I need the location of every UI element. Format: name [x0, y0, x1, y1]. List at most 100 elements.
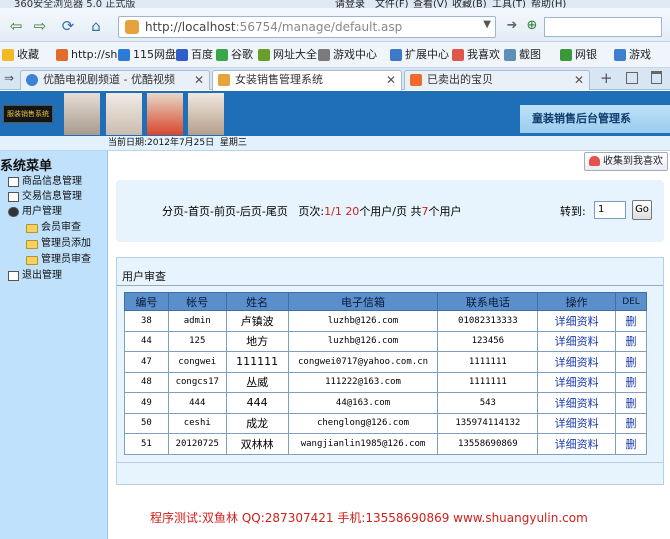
detail-link[interactable]: 详细资料	[537, 310, 617, 332]
close-icon[interactable]: ✕	[194, 71, 204, 89]
model-photo	[64, 93, 100, 135]
game-icon	[614, 49, 626, 61]
site-banner: 服装销售系统 童装销售后台管理系	[0, 91, 670, 136]
delete-link[interactable]: 删	[615, 371, 647, 393]
menu-tools[interactable]: 工具(T)	[492, 0, 526, 8]
bookmark-game[interactable]: 游戏	[614, 46, 651, 64]
cell-phone: 1111111	[437, 371, 539, 393]
page-icon	[8, 271, 19, 281]
delete-link[interactable]: 删	[615, 433, 647, 455]
site-icon	[218, 74, 230, 86]
page-icon	[8, 177, 19, 187]
table-row: 49 444 444 44@163.com 543 详细资料删	[124, 392, 647, 414]
sidebar-item-admin-add[interactable]: 管理员添加	[26, 237, 91, 251]
goto-page-input[interactable]: 1	[594, 201, 626, 219]
bookmark-extensions[interactable]: 扩展中心	[390, 46, 449, 64]
delete-link[interactable]: 删	[615, 351, 647, 373]
menu-file[interactable]: 文件(F)	[375, 0, 409, 8]
go-button[interactable]: Go	[632, 200, 652, 220]
add-to-favorites-button[interactable]: 收集到我喜欢	[584, 152, 668, 171]
cell-account: congcs17	[167, 371, 227, 393]
cell-id: 44	[124, 330, 169, 352]
bookmark-games[interactable]: 游戏中心	[318, 46, 377, 64]
bookmark-favorites[interactable]: 收藏	[2, 46, 39, 64]
bookmark-likes[interactable]: 我喜欢	[452, 46, 500, 64]
menu-help[interactable]: 帮助(H)	[531, 0, 566, 8]
sidebar-item-logout[interactable]: 退出管理	[8, 269, 62, 283]
trash-icon[interactable]	[651, 71, 662, 84]
cell-id: 47	[124, 351, 169, 373]
detail-link[interactable]: 详细资料	[537, 371, 617, 393]
detail-link[interactable]: 详细资料	[537, 392, 617, 414]
total-count: 7	[421, 205, 429, 218]
bookmark-bank[interactable]: 网银	[560, 46, 597, 64]
tab-youku[interactable]: 优酷电视剧频道 - 优酷视频 ✕	[20, 70, 210, 90]
close-icon[interactable]: ✕	[574, 71, 584, 89]
site-logo: 服装销售系统	[3, 105, 53, 123]
menu-view[interactable]: 查看(V)	[413, 0, 448, 8]
col-header-name: 姓名	[225, 292, 289, 311]
bookmark-google[interactable]: 谷歌	[216, 46, 253, 64]
total-unit: 个用户	[428, 205, 462, 218]
detail-link[interactable]: 详细资料	[537, 330, 617, 352]
menu-favorites[interactable]: 收藏(B)	[452, 0, 487, 8]
refresh-button[interactable]: ⟳	[56, 16, 80, 36]
folder-icon	[26, 239, 38, 249]
url-host: http://localhost	[145, 20, 236, 34]
detail-link[interactable]: 详细资料	[537, 412, 617, 434]
heart-icon	[589, 156, 600, 166]
back-button[interactable]: ⇦	[4, 16, 28, 36]
search-input[interactable]	[544, 17, 662, 37]
bank-icon	[560, 49, 572, 61]
delete-link[interactable]: 删	[615, 310, 647, 332]
delete-link[interactable]: 删	[615, 330, 647, 352]
url-input[interactable]: http://localhost:56754/manage/default.as…	[118, 16, 496, 38]
delete-link[interactable]: 删	[615, 392, 647, 414]
forward-button[interactable]: ⇨	[28, 16, 52, 36]
model-photo	[106, 93, 142, 135]
sidebar-toggle-icon[interactable]: ⇒	[4, 71, 14, 85]
panel-title: 用户审查	[122, 270, 166, 283]
tab-list-icon[interactable]	[626, 72, 638, 84]
detail-link[interactable]: 详细资料	[537, 351, 617, 373]
cell-account: congwei	[167, 351, 227, 373]
browser-title: 360安全浏览器 5.0 正式版	[14, 0, 136, 8]
menu-login[interactable]: 请登录	[335, 0, 365, 8]
sidebar-item-admin-review[interactable]: 管理员审查	[26, 253, 91, 267]
cell-account: 20120725	[167, 433, 227, 455]
address-toolbar: ⇦ ⇨ ⟳ ⌂ http://localhost:56754/manage/de…	[0, 8, 670, 42]
cell-email: luzhb@126.com	[287, 310, 439, 332]
cell-name: 卢镇波	[225, 310, 289, 332]
new-tab-icon[interactable]: +	[600, 69, 613, 87]
home-button[interactable]: ⌂	[84, 16, 108, 36]
weekday: 星期三	[219, 138, 247, 148]
detail-link[interactable]: 详细资料	[537, 433, 617, 455]
close-icon[interactable]: ✕	[386, 71, 396, 89]
delete-link[interactable]: 删	[615, 412, 647, 434]
sidebar-item-transactions[interactable]: 交易信息管理	[8, 190, 82, 204]
bookmark-screenshot[interactable]: 截图	[504, 46, 541, 64]
bookmarks-bar: 收藏 http://sh 115网盘 百度 谷歌 网址大全 游戏中心 扩展中心 …	[0, 42, 670, 68]
user-review-panel: 用户审查 编号 帐号 姓名 电子信箱 联系电话 操作 DEL 38 admin 卢镇…	[116, 257, 664, 485]
pager-nav[interactable]: 分页-首页-前页-后页-尾页	[162, 205, 288, 218]
sidebar-item-users[interactable]: 用户管理	[8, 205, 62, 219]
sidebar-title: 系统菜单	[0, 159, 53, 174]
security-icon[interactable]: ⊕	[520, 16, 544, 36]
bookmark-115[interactable]: 115网盘	[118, 46, 176, 64]
url-dropdown-icon[interactable]: ▼	[483, 19, 491, 30]
cell-name: 444	[225, 392, 289, 414]
tab-sold-items[interactable]: 已卖出的宝贝 ✕	[404, 70, 590, 90]
bookmark-sh[interactable]: http://sh	[56, 46, 117, 64]
cloud-icon	[118, 49, 130, 61]
bookmark-sites[interactable]: 网址大全	[258, 46, 317, 64]
bookmark-baidu[interactable]: 百度	[176, 46, 213, 64]
page-value: 1/1	[324, 205, 342, 218]
table-row: 51 20120725 双林林 wangjianlin1985@126.com 1355…	[124, 433, 647, 455]
col-header-email: 电子信箱	[287, 292, 439, 311]
globe-icon	[258, 49, 270, 61]
sidebar-item-products[interactable]: 商品信息管理	[8, 175, 82, 189]
table-row: 50 ceshi 成龙 chenglong@126.com 135974114132 详细…	[124, 412, 647, 434]
sidebar-item-member-review[interactable]: 会员审查	[26, 221, 81, 235]
cell-id: 49	[124, 392, 169, 414]
tab-admin-system[interactable]: 女装销售管理系统 ✕	[212, 70, 402, 91]
